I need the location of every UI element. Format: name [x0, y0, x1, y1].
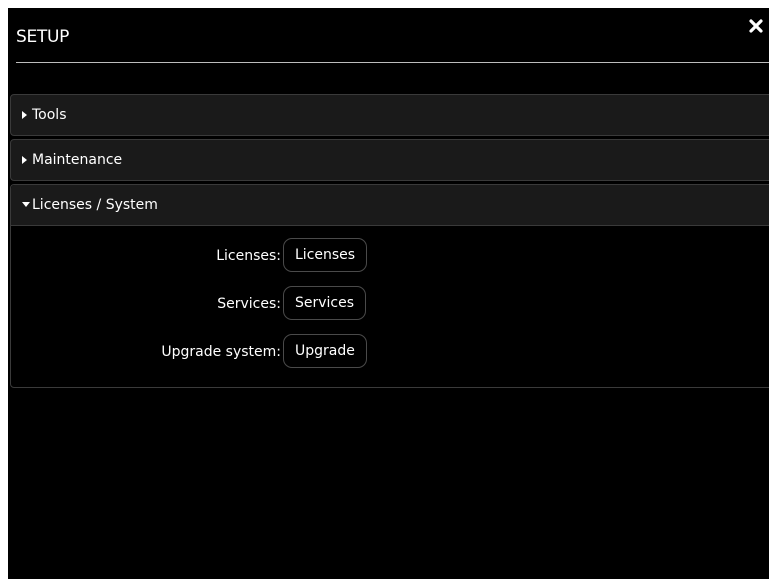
upgrade-row: Upgrade system: Upgrade: [11, 334, 411, 370]
close-icon[interactable]: [748, 18, 764, 34]
section-maintenance-label: Maintenance: [32, 152, 123, 168]
caret-right-icon: [22, 111, 27, 119]
section-licenses-system-label: Licenses / System: [32, 197, 158, 213]
upgrade-button[interactable]: Upgrade: [283, 334, 367, 368]
section-maintenance-header[interactable]: Maintenance: [11, 140, 769, 180]
section-tools[interactable]: Tools: [10, 94, 769, 136]
title-divider: [16, 62, 769, 63]
setup-dialog: SETUP Tools Maintenance Licenses / Syste…: [8, 8, 769, 579]
section-tools-label: Tools: [32, 107, 67, 123]
licenses-row: Licenses: Licenses: [11, 238, 411, 274]
services-label: Services:: [217, 296, 281, 312]
dialog-title: SETUP: [16, 27, 70, 47]
section-tools-header[interactable]: Tools: [11, 95, 769, 135]
upgrade-system-label: Upgrade system:: [161, 344, 281, 360]
licenses-label: Licenses:: [216, 248, 281, 264]
licenses-button[interactable]: Licenses: [283, 238, 368, 272]
caret-right-icon: [22, 156, 27, 164]
services-row: Services: Services: [11, 286, 411, 322]
section-licenses-system: Licenses / System Licenses: Licenses Ser…: [10, 184, 769, 388]
section-licenses-system-header[interactable]: Licenses / System: [11, 185, 769, 226]
section-maintenance[interactable]: Maintenance: [10, 139, 769, 181]
services-button[interactable]: Services: [283, 286, 367, 320]
caret-down-icon: [22, 202, 30, 207]
